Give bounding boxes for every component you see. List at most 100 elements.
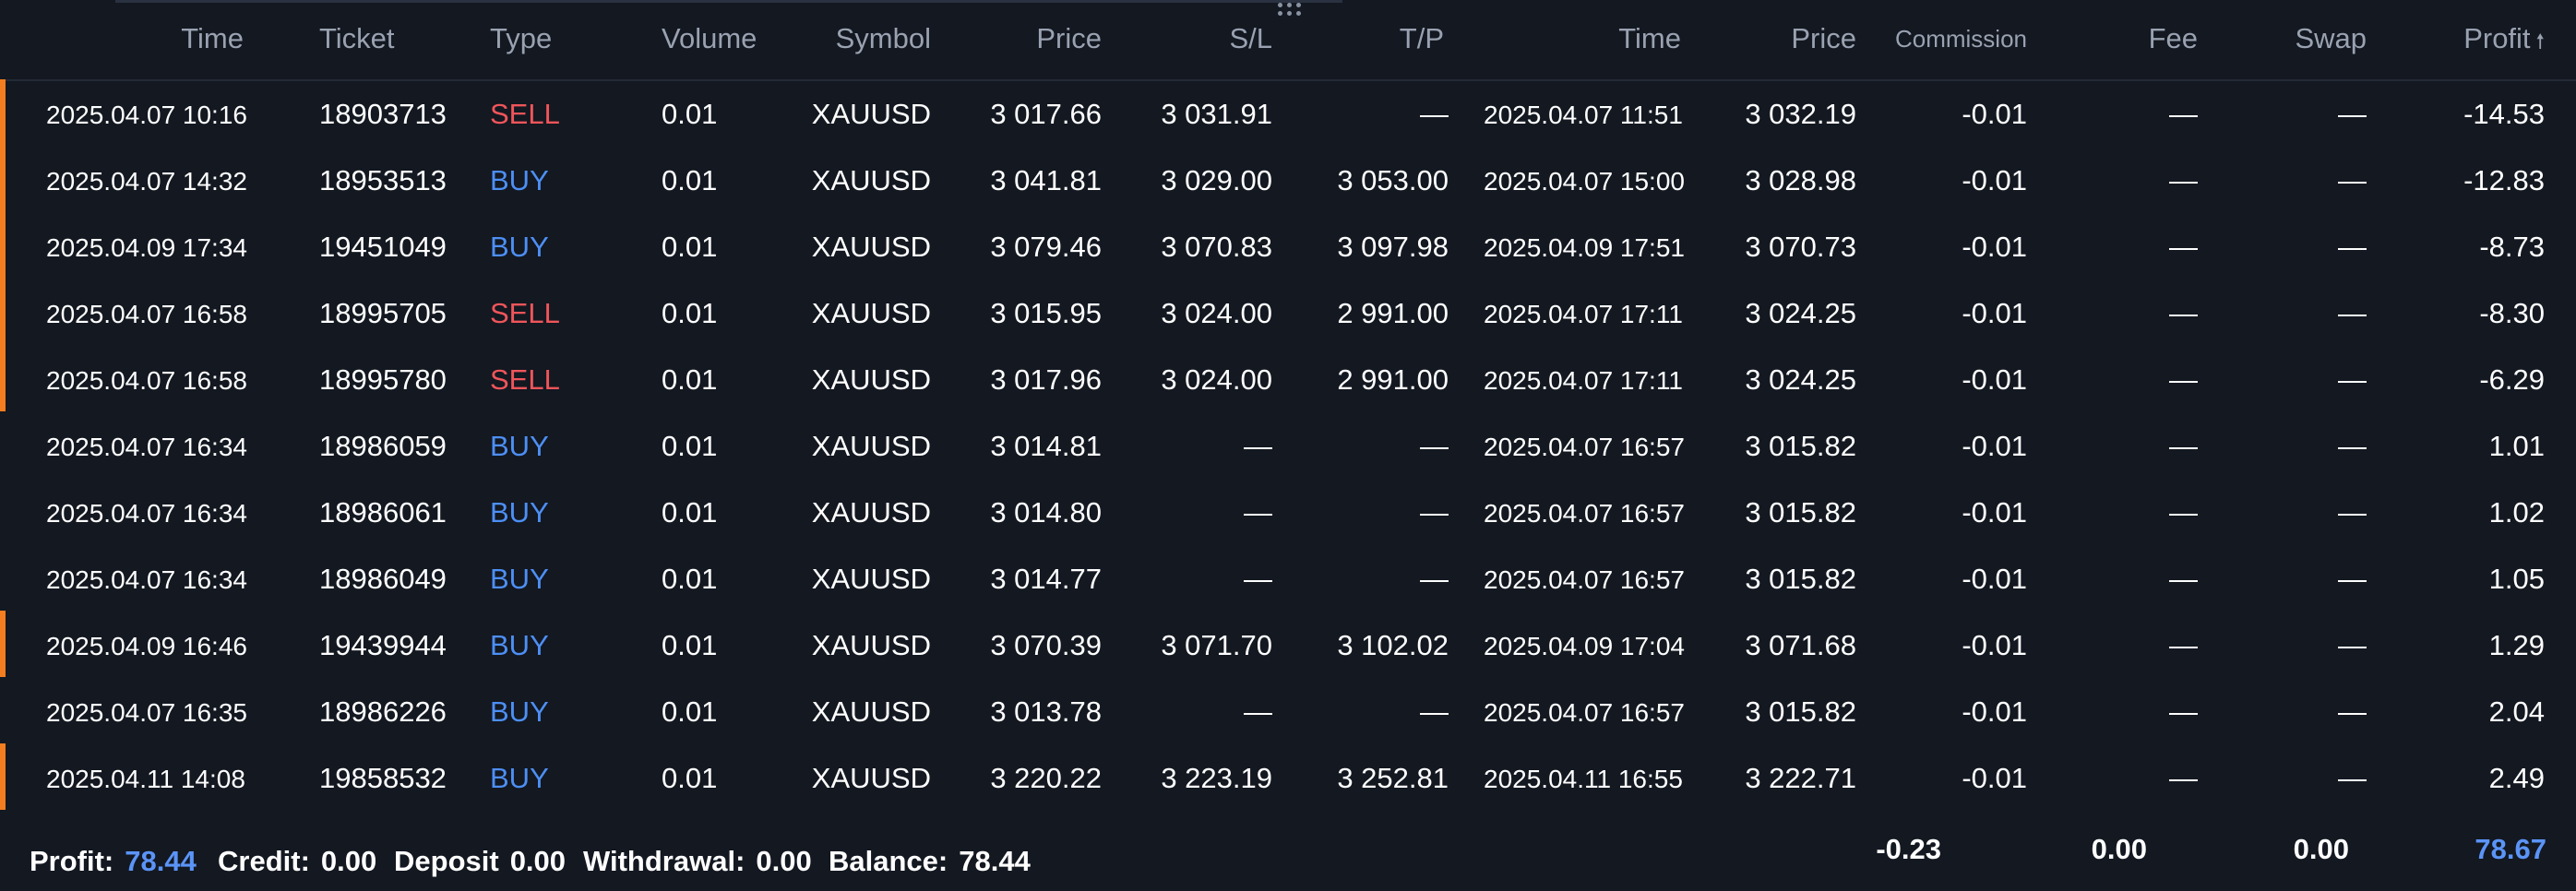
summary-balance-value: 78.44 bbox=[959, 845, 1031, 877]
cell-commission: -0.01 bbox=[1962, 496, 2027, 529]
table-row[interactable]: 2025.04.07 16:35 18986226 BUY 0.01 XAUUSD 3 0… bbox=[0, 677, 2576, 743]
cell-symbol: XAUUSD bbox=[811, 629, 931, 661]
column-header-volume[interactable]: Volume bbox=[662, 24, 757, 53]
cell-fee: — bbox=[2169, 98, 2198, 130]
column-header-stop-loss[interactable]: S/L bbox=[1229, 24, 1272, 53]
cell-sl: 3 223.19 bbox=[1161, 762, 1272, 794]
cell-swap: — bbox=[2338, 363, 2367, 396]
table-row[interactable]: 2025.04.07 16:58 18995780 SELL 0.01 XAUUSD 3 … bbox=[0, 345, 2576, 411]
drag-handle-icon[interactable] bbox=[1276, 1, 1302, 18]
column-header-close-time[interactable]: Time bbox=[1618, 24, 1681, 53]
cell-commission: -0.01 bbox=[1962, 762, 2027, 794]
cell-symbol: XAUUSD bbox=[811, 762, 931, 794]
table-row[interactable]: 2025.04.11 14:08 19858532 BUY 0.01 XAUUSD 3 2… bbox=[0, 743, 2576, 810]
table-row[interactable]: 2025.04.07 14:32 18953513 BUY 0.01 XAUUSD 3 0… bbox=[0, 146, 2576, 212]
cell-tp: — bbox=[1420, 695, 1449, 728]
cell-sl: — bbox=[1244, 496, 1272, 529]
column-header-open-price[interactable]: Price bbox=[1036, 24, 1102, 53]
cell-close-price: 3 222.71 bbox=[1745, 762, 1856, 794]
cell-sl: — bbox=[1244, 563, 1272, 595]
cell-profit: 2.04 bbox=[2488, 695, 2545, 728]
cell-sl: — bbox=[1244, 430, 1272, 462]
cell-volume: 0.01 bbox=[662, 629, 718, 661]
summary-profit-label: Profit: bbox=[30, 845, 114, 877]
column-header-profit[interactable]: Profit 🠕 bbox=[2463, 24, 2545, 53]
table-row[interactable]: 2025.04.07 16:34 18986049 BUY 0.01 XAUUSD 3 0… bbox=[0, 544, 2576, 611]
cell-volume: 0.01 bbox=[662, 297, 718, 329]
cell-ticket: 18986061 bbox=[319, 496, 447, 529]
cell-volume: 0.01 bbox=[662, 164, 718, 196]
cell-commission: -0.01 bbox=[1962, 563, 2027, 595]
cell-close-price: 3 032.19 bbox=[1745, 98, 1856, 130]
column-header-open-time[interactable]: Time bbox=[181, 24, 244, 53]
cell-type: BUY bbox=[490, 164, 549, 196]
cell-fee: — bbox=[2169, 496, 2198, 529]
cell-tp: 2 991.00 bbox=[1337, 363, 1449, 396]
column-header-type[interactable]: Type bbox=[490, 24, 552, 53]
column-header-symbol[interactable]: Symbol bbox=[836, 24, 931, 53]
cell-tp: — bbox=[1420, 98, 1449, 130]
table-row[interactable]: 2025.04.07 16:58 18995705 SELL 0.01 XAUUSD 3 … bbox=[0, 279, 2576, 345]
trade-history-panel: Time Ticket Type Volume Symbol Price S/L… bbox=[0, 0, 2576, 891]
column-header-commission[interactable]: Commission bbox=[1895, 27, 2027, 51]
column-header-take-profit[interactable]: T/P bbox=[1400, 24, 1444, 53]
cell-open-time: 2025.04.07 16:35 bbox=[46, 698, 247, 727]
table-row[interactable]: 2025.04.07 16:34 18986059 BUY 0.01 XAUUSD 3 0… bbox=[0, 411, 2576, 478]
cell-close-time: 2025.04.07 17:11 bbox=[1484, 300, 1683, 328]
cell-profit: -12.83 bbox=[2463, 164, 2545, 196]
cell-ticket: 18986049 bbox=[319, 563, 447, 595]
table-row[interactable]: 2025.04.07 16:34 18986061 BUY 0.01 XAUUSD 3 0… bbox=[0, 478, 2576, 544]
cell-volume: 0.01 bbox=[662, 762, 718, 794]
cell-volume: 0.01 bbox=[662, 563, 718, 595]
cell-type: BUY bbox=[490, 563, 549, 595]
cell-close-price: 3 015.82 bbox=[1745, 695, 1856, 728]
table-row[interactable]: 2025.04.09 16:46 19439944 BUY 0.01 XAUUSD 3 0… bbox=[0, 611, 2576, 677]
cell-profit: -8.30 bbox=[2479, 297, 2545, 329]
table-row[interactable]: 2025.04.07 10:16 18903713 SELL 0.01 XAUUSD 3 … bbox=[0, 79, 2576, 146]
column-header-swap[interactable]: Swap bbox=[2295, 24, 2367, 53]
cell-open-price: 3 220.22 bbox=[990, 762, 1102, 794]
cell-open-price: 3 015.95 bbox=[990, 297, 1102, 329]
cell-tp: 3 097.98 bbox=[1337, 231, 1449, 263]
row-accent-marker bbox=[0, 743, 6, 810]
cell-symbol: XAUUSD bbox=[811, 231, 931, 263]
cell-symbol: XAUUSD bbox=[811, 363, 931, 396]
cell-tp: 3 252.81 bbox=[1337, 762, 1449, 794]
cell-close-price: 3 024.25 bbox=[1745, 297, 1856, 329]
cell-close-price: 3 015.82 bbox=[1745, 496, 1856, 529]
summary-credit-label: Credit: bbox=[218, 845, 310, 877]
cell-volume: 0.01 bbox=[662, 430, 718, 462]
cell-fee: — bbox=[2169, 430, 2198, 462]
cell-open-price: 3 079.46 bbox=[990, 231, 1102, 263]
cell-open-time: 2025.04.07 16:58 bbox=[46, 300, 247, 328]
summary-credit: Credit: 0.00 bbox=[218, 845, 376, 878]
cell-tp: — bbox=[1420, 430, 1449, 462]
cell-close-price: 3 024.25 bbox=[1745, 363, 1856, 396]
cell-swap: — bbox=[2338, 98, 2367, 130]
summary-balance: Balance: 78.44 bbox=[829, 845, 1031, 878]
row-accent-marker bbox=[0, 212, 6, 279]
cell-open-price: 3 014.77 bbox=[990, 563, 1102, 595]
cell-open-price: 3 070.39 bbox=[990, 629, 1102, 661]
cell-type: BUY bbox=[490, 695, 549, 728]
cell-commission: -0.01 bbox=[1962, 430, 2027, 462]
cell-open-price: 3 014.80 bbox=[990, 496, 1102, 529]
table-row[interactable]: 2025.04.09 17:34 19451049 BUY 0.01 XAUUSD 3 0… bbox=[0, 212, 2576, 279]
cell-commission: -0.01 bbox=[1962, 629, 2027, 661]
cell-sl: 3 031.91 bbox=[1161, 98, 1272, 130]
cell-close-price: 3 071.68 bbox=[1745, 629, 1856, 661]
cell-close-price: 3 015.82 bbox=[1745, 563, 1856, 595]
cell-ticket: 18953513 bbox=[319, 164, 447, 196]
column-header-ticket[interactable]: Ticket bbox=[319, 24, 395, 53]
cell-type: BUY bbox=[490, 629, 549, 661]
cell-type: BUY bbox=[490, 496, 549, 529]
cell-close-time: 2025.04.07 16:57 bbox=[1484, 565, 1685, 594]
cell-open-time: 2025.04.07 14:32 bbox=[46, 167, 247, 196]
column-header-close-price[interactable]: Price bbox=[1791, 24, 1856, 53]
column-header-fee[interactable]: Fee bbox=[2149, 24, 2198, 53]
cell-close-time: 2025.04.09 17:04 bbox=[1484, 632, 1685, 660]
cell-volume: 0.01 bbox=[662, 695, 718, 728]
cell-swap: — bbox=[2338, 695, 2367, 728]
cell-open-time: 2025.04.07 16:34 bbox=[46, 565, 247, 594]
cell-profit: 1.05 bbox=[2488, 563, 2545, 595]
